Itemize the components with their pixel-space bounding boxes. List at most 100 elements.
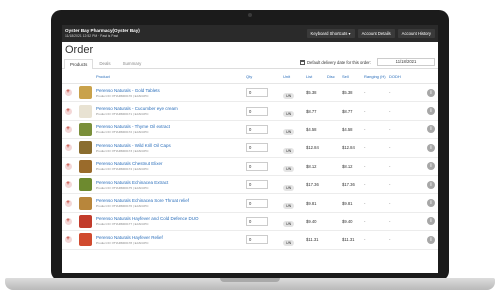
ranging-value: - bbox=[364, 200, 366, 206]
product-name-link[interactable]: Perenso Naturals Hayfever and Cold Defen… bbox=[96, 216, 246, 221]
unit-selector[interactable]: UN bbox=[283, 147, 295, 154]
qty-input[interactable]: 0 bbox=[246, 198, 268, 208]
unit-selector[interactable]: UN bbox=[283, 129, 295, 136]
info-icon[interactable]: i bbox=[427, 88, 435, 97]
list-price: $9.81 bbox=[306, 200, 317, 206]
store-info: Oyster Bay Pharmacy(Oyster Bay) 11/18/20… bbox=[65, 28, 140, 38]
product-id: Product ID: PHARM00174 | EAN/UPC: bbox=[96, 167, 150, 172]
product-name-link[interactable]: Perenso Naturals - Cucumber eye cream bbox=[96, 106, 246, 111]
add-item-icon[interactable]: + bbox=[64, 144, 72, 152]
unit-selector[interactable]: UN bbox=[283, 111, 295, 118]
product-name-link[interactable]: Perenso Naturals - Thyme Oil extract bbox=[96, 124, 246, 129]
add-item-icon[interactable]: + bbox=[64, 107, 72, 115]
product-name-link[interactable]: Perenso Naturals Echinacea Extract bbox=[96, 180, 246, 185]
product-id: Product ID: PHARM00176 | EAN/UPC: bbox=[96, 204, 150, 209]
dodh-value: - bbox=[389, 108, 391, 114]
tab-deals[interactable]: Deals bbox=[93, 58, 116, 68]
account-history-button[interactable]: Account History bbox=[397, 29, 435, 38]
table-row: + Perenso Naturals Hayfever Relief Produc… bbox=[62, 231, 438, 250]
unit-selector[interactable]: UN bbox=[283, 166, 295, 173]
info-icon[interactable]: i bbox=[427, 143, 435, 152]
col-qty-header[interactable]: Qty bbox=[246, 74, 283, 79]
product-name-link[interactable]: Perenso Naturals Hayfever Relief bbox=[96, 235, 246, 240]
unit-selector[interactable]: UN bbox=[283, 184, 295, 191]
account-details-button[interactable]: Account Details bbox=[357, 29, 395, 38]
table-row: + Perenso Naturals Hayfever and Cold Def… bbox=[62, 213, 438, 232]
tab-products[interactable]: Products bbox=[64, 59, 94, 69]
keyboard-shortcuts-button[interactable]: Keyboard Shortcuts ▾ bbox=[306, 29, 355, 38]
qty-input[interactable]: 0 bbox=[246, 161, 268, 171]
unit-selector[interactable]: UN bbox=[283, 221, 295, 228]
product-id: Product ID: PHARM00171 | EAN/UPC: bbox=[96, 112, 150, 117]
info-icon[interactable]: i bbox=[427, 107, 435, 116]
product-name-link[interactable]: Perenso Naturals Echinacea Sore Throat r… bbox=[96, 198, 246, 203]
col-sell-header[interactable]: Sell bbox=[342, 74, 364, 79]
delivery-date-label: Default delivery date for this order: bbox=[306, 59, 371, 65]
product-name-link[interactable]: Perenso Naturals - Gold Tablets bbox=[96, 88, 246, 93]
product-thumbnail bbox=[78, 141, 92, 155]
qty-input[interactable]: 0 bbox=[246, 106, 268, 116]
ranging-value: - bbox=[364, 126, 366, 132]
qty-input[interactable]: 0 bbox=[246, 143, 268, 153]
product-name-link[interactable]: Perenso Naturals - Wild Krill Oil Caps bbox=[96, 143, 246, 148]
col-ranging-header[interactable]: Ranging (H) bbox=[364, 74, 389, 79]
col-list-header[interactable]: List bbox=[306, 74, 327, 79]
info-icon[interactable]: i bbox=[427, 235, 435, 244]
col-disc-header[interactable]: Disc bbox=[327, 74, 342, 79]
col-unit-header[interactable]: Unit bbox=[283, 74, 306, 79]
unit-selector[interactable]: UN bbox=[283, 92, 295, 99]
list-price: $8.77 bbox=[306, 108, 317, 114]
laptop-base bbox=[5, 278, 495, 290]
info-icon[interactable]: i bbox=[427, 180, 435, 189]
info-icon[interactable]: i bbox=[427, 199, 435, 208]
dodh-value: - bbox=[389, 200, 391, 206]
product-thumbnail bbox=[78, 214, 92, 228]
add-item-icon[interactable]: + bbox=[64, 89, 72, 97]
qty-input[interactable]: 0 bbox=[246, 235, 268, 245]
dodh-value: - bbox=[389, 182, 391, 188]
add-item-icon[interactable]: + bbox=[64, 181, 72, 189]
info-icon[interactable]: i bbox=[427, 125, 435, 134]
qty-input[interactable]: 0 bbox=[246, 124, 268, 134]
calendar-icon[interactable] bbox=[299, 59, 305, 65]
table-row: + Perenso Naturals Echinacea Sore Throat… bbox=[62, 194, 438, 213]
info-icon[interactable]: i bbox=[427, 162, 435, 171]
page-title: Order bbox=[65, 44, 94, 56]
qty-input[interactable]: 0 bbox=[246, 88, 268, 98]
qty-input[interactable]: 0 bbox=[246, 216, 268, 226]
product-thumbnail bbox=[78, 178, 92, 192]
add-item-icon[interactable]: + bbox=[64, 199, 72, 207]
qty-input[interactable]: 0 bbox=[246, 180, 268, 190]
info-icon[interactable]: i bbox=[427, 217, 435, 226]
ranging-value: - bbox=[364, 182, 366, 188]
delivery-date-input[interactable]: 11/18/2021 bbox=[377, 58, 435, 66]
tab-bar: Products Deals Summary Default delivery … bbox=[62, 57, 438, 69]
table-row: + Perenso Naturals Chestnut Elixer Produc… bbox=[62, 158, 438, 176]
unit-selector[interactable]: UN bbox=[283, 203, 295, 210]
product-thumbnail bbox=[78, 233, 92, 247]
add-item-icon[interactable]: + bbox=[64, 217, 72, 225]
col-dodh-header[interactable]: DODH bbox=[389, 74, 424, 79]
add-item-icon[interactable]: + bbox=[64, 236, 72, 244]
product-name-link[interactable]: Perenso Naturals Chestnut Elixer bbox=[96, 161, 246, 166]
sell-price: $8.12 bbox=[342, 163, 353, 169]
sell-price: $11.31 bbox=[342, 237, 355, 243]
store-meta: 11/18/2021 12:52 PM · Past is Past bbox=[65, 33, 119, 38]
tab-summary[interactable]: Summary bbox=[117, 58, 148, 68]
dodh-value: - bbox=[389, 90, 391, 96]
sell-price: $9.40 bbox=[342, 218, 353, 224]
product-thumbnail bbox=[78, 196, 92, 210]
ranging-value: - bbox=[364, 237, 366, 243]
add-item-icon[interactable]: + bbox=[64, 125, 72, 133]
ranging-value: - bbox=[364, 90, 366, 96]
dodh-value: - bbox=[389, 163, 391, 169]
add-item-icon[interactable]: + bbox=[64, 162, 72, 170]
col-product-header[interactable]: Product bbox=[96, 74, 246, 79]
product-id: Product ID: PHARM00178 | EAN/UPC: bbox=[96, 240, 150, 245]
product-thumbnail bbox=[78, 104, 92, 118]
table-row: + Perenso Naturals - Gold Tablets Product… bbox=[62, 84, 438, 103]
ranging-value: - bbox=[364, 218, 366, 224]
grid-header: Product Qty Unit List Disc Sell Ranging … bbox=[62, 69, 438, 84]
unit-selector[interactable]: UN bbox=[283, 239, 295, 246]
list-price: $5.38 bbox=[306, 90, 317, 96]
